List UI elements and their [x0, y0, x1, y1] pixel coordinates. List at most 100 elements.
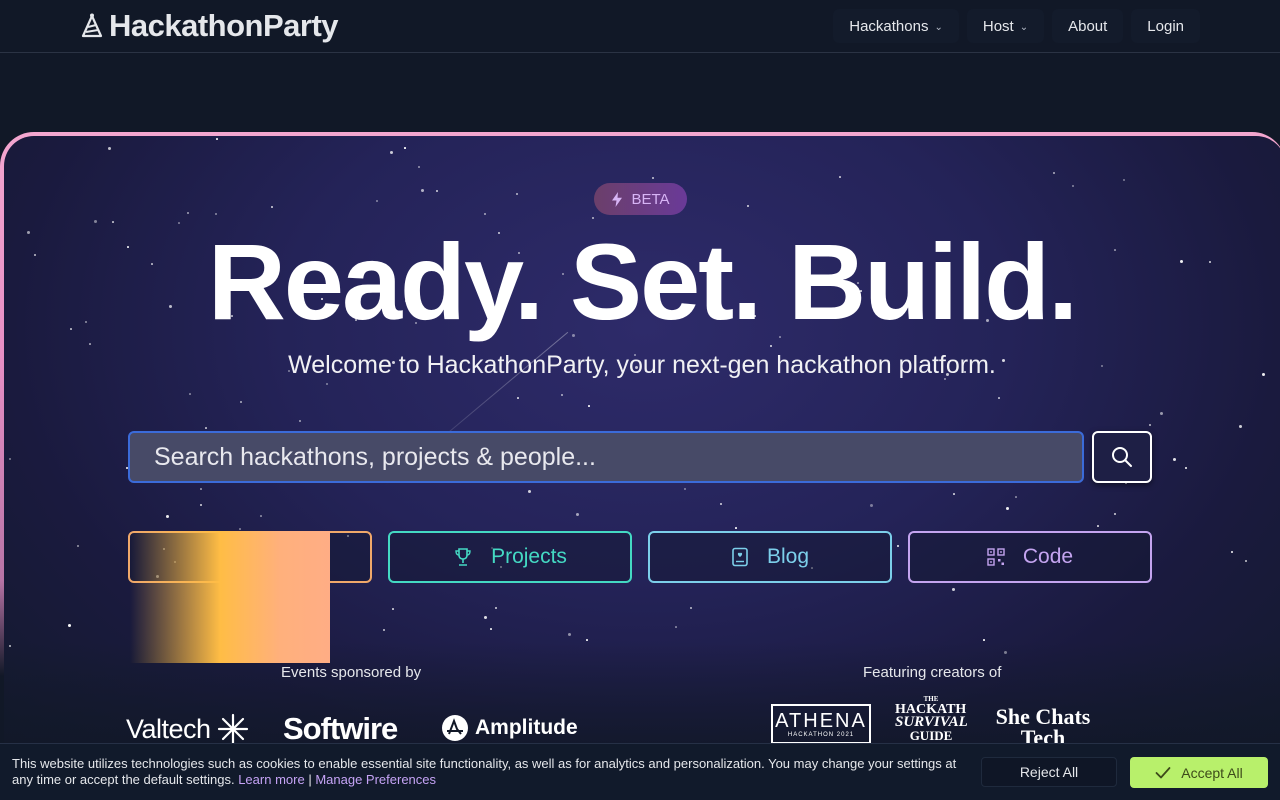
amplitude-icon [442, 715, 468, 741]
search-input[interactable] [128, 431, 1084, 483]
hackathon-survival-guide-logo: THE HACKATHON SURVIVAL GUIDE [895, 695, 967, 743]
lightning-icon [612, 191, 623, 207]
star [1185, 467, 1187, 469]
party-hat-icon [81, 13, 103, 38]
valtech-logo-text: Valtech [126, 713, 211, 744]
cookie-text-block: This website utilizes technologies such … [12, 756, 972, 788]
star [326, 383, 328, 385]
nav-login-label: Login [1147, 17, 1184, 35]
star [983, 639, 985, 641]
star [404, 147, 406, 149]
star [436, 190, 438, 192]
beta-badge: BETA [594, 183, 687, 215]
search-button[interactable] [1092, 431, 1152, 483]
decorative-gradient-overlay [130, 531, 330, 663]
she-chats-tech-logo: She Chats Tech [995, 706, 1091, 744]
star [390, 151, 393, 154]
chevron-down-icon: ⌄ [934, 21, 943, 33]
athena-logo: ATHENA HACKATHON 2021 [771, 704, 871, 744]
star [240, 401, 242, 403]
manage-preferences-link[interactable]: Manage Preferences [315, 772, 436, 787]
star [576, 513, 579, 516]
star [495, 607, 497, 609]
nav-host-label: Host [982, 17, 1014, 35]
star [271, 206, 273, 208]
star [490, 628, 492, 630]
star [839, 176, 841, 178]
star [9, 458, 11, 460]
amplitude-logo-text: Amplitude [475, 716, 578, 739]
nav-login[interactable]: Login [1131, 9, 1200, 43]
star [216, 138, 218, 140]
trophy-icon [455, 548, 471, 566]
star [1006, 507, 1009, 510]
category-blog-label: Blog [766, 545, 810, 568]
star [392, 608, 394, 610]
hero-frame: BETA Ready. Set. Build. Welcome to Hacka… [0, 132, 1280, 772]
nav-hackathons-label: Hackathons [849, 17, 929, 35]
learn-more-link[interactable]: Learn more [238, 772, 304, 787]
checkmark-icon [1155, 766, 1171, 778]
star [1231, 551, 1233, 553]
star [690, 607, 692, 609]
category-code-label: Code [1022, 545, 1074, 568]
star [588, 405, 590, 407]
brand-name: HackathonParty [109, 8, 339, 43]
search-icon [1112, 447, 1132, 467]
star [68, 624, 71, 627]
star [108, 147, 111, 150]
cookie-banner: This website utilizes technologies such … [0, 743, 1280, 800]
star [376, 200, 378, 202]
category-blog-button[interactable]: Blog [648, 531, 892, 583]
cookie-message: This website utilizes technologies such … [12, 756, 957, 787]
accept-all-button[interactable]: Accept All [1130, 757, 1268, 788]
star [870, 504, 873, 507]
star [953, 493, 955, 495]
top-navbar: HackathonParty Hackathons ⌄ Host ⌄ About… [0, 0, 1280, 53]
star [735, 527, 737, 529]
nav-hackathons[interactable]: Hackathons ⌄ [833, 9, 959, 43]
star [383, 629, 385, 631]
nav-about-label: About [1068, 17, 1108, 35]
star [1160, 412, 1163, 415]
star [517, 397, 519, 399]
star [1245, 560, 1247, 562]
star [652, 177, 654, 179]
nav-host[interactable]: Host ⌄ [966, 9, 1045, 43]
star [1097, 525, 1099, 527]
star [299, 420, 301, 422]
star [770, 345, 772, 347]
star [1072, 185, 1074, 187]
accept-all-label: Accept All [1181, 764, 1243, 781]
star [215, 213, 217, 215]
softwire-logo: Softwire [283, 711, 398, 746]
reject-all-label: Reject All [1019, 764, 1079, 780]
star [187, 212, 189, 214]
star [205, 427, 207, 429]
reject-all-button[interactable]: Reject All [981, 757, 1117, 787]
hero-title: Ready. Set. Build. [207, 221, 1078, 342]
star [484, 616, 487, 619]
star [418, 166, 420, 168]
star [200, 504, 202, 506]
nav-about[interactable]: About [1052, 9, 1124, 43]
sponsors-label: Events sponsored by [281, 664, 422, 681]
star [684, 488, 686, 490]
star [561, 394, 563, 396]
qr-code-icon [987, 548, 1005, 566]
creators-label: Featuring creators of [863, 664, 1002, 681]
star [1015, 496, 1017, 498]
valtech-logo: Valtech [126, 713, 249, 745]
brand-logo[interactable]: HackathonParty [81, 8, 339, 44]
star [189, 393, 191, 395]
link-separator: | [308, 772, 312, 787]
star [9, 645, 11, 647]
category-code-button[interactable]: Code [908, 531, 1152, 583]
star [516, 193, 518, 195]
star [568, 633, 571, 636]
chevron-down-icon: ⌄ [1019, 21, 1029, 33]
star [720, 503, 722, 505]
star [421, 189, 424, 192]
star [897, 545, 899, 547]
category-projects-button[interactable]: Projects [388, 531, 632, 583]
